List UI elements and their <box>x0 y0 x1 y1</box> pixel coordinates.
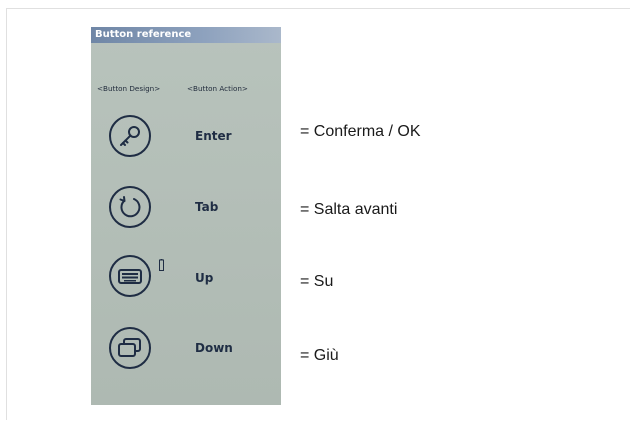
battery-icon <box>159 259 164 271</box>
header-button-action: <Button Action> <box>187 84 248 93</box>
meaning-tab: = Salta avanti <box>300 201 398 218</box>
panel-title: Button reference <box>91 27 281 43</box>
button-reference-panel: Button reference <Button Design> <Button… <box>91 27 281 405</box>
action-enter: Enter <box>195 129 232 143</box>
action-tab: Tab <box>195 200 219 214</box>
windows-icon <box>107 325 153 371</box>
header-button-design: <Button Design> <box>97 84 161 93</box>
action-up: Up <box>195 271 214 285</box>
meaning-enter: = Conferma / OK <box>300 123 421 140</box>
refresh-icon <box>107 184 153 230</box>
key-icon <box>107 113 153 159</box>
meaning-up: = Su <box>300 273 334 290</box>
action-down: Down <box>195 341 233 355</box>
meaning-down: = Giù <box>300 347 339 364</box>
keyboard-icon <box>107 253 153 299</box>
